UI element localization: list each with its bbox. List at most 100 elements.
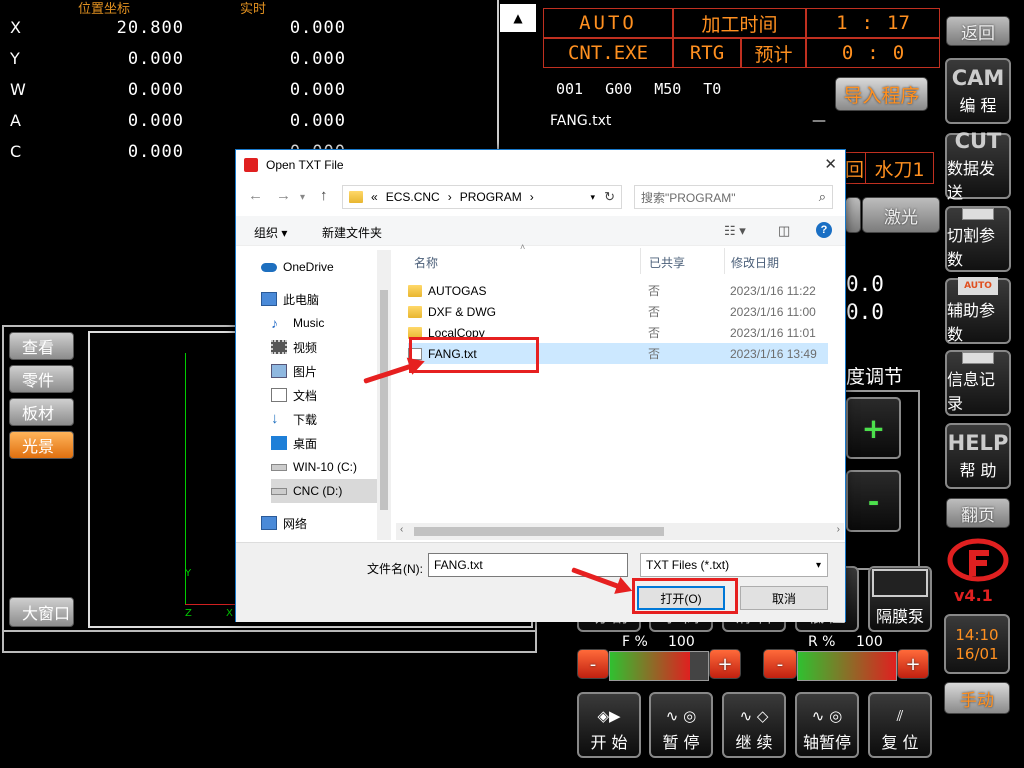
right-menu-item-0[interactable]: 返回 (946, 16, 1010, 46)
address-bar[interactable]: « ECS.CNC › PROGRAM › ▾ ↻ (342, 185, 622, 209)
tree-scroll-thumb[interactable] (380, 290, 388, 510)
preview-divider (2, 630, 537, 632)
close-icon[interactable]: ✕ (824, 155, 837, 173)
dialog-bottom: 文件名(N): FANG.txt TXT Files (*.txt) ▾ 打开(… (236, 542, 845, 622)
rtg-label: RTG (673, 38, 741, 68)
pause-icon: ∿ ◎ (665, 707, 697, 725)
left-tab-0[interactable]: 查看 (9, 332, 74, 360)
right-menu-item-4[interactable]: AUTO 辅助参数 (945, 277, 1011, 344)
file-type-select[interactable]: TXT Files (*.txt) ▾ (640, 553, 828, 577)
axis-label: X (10, 18, 21, 37)
search-input[interactable]: 搜索"PROGRAM" ⌕ (634, 185, 833, 209)
tree-documents[interactable]: 文档 (271, 383, 387, 407)
chevron-down-icon: ▾ (815, 559, 821, 571)
mode-display: AUTO (543, 8, 673, 38)
rapid-plus-button[interactable]: + (897, 649, 929, 679)
computer-icon (261, 292, 277, 306)
partial-button[interactable] (845, 197, 861, 233)
tree-drive-c[interactable]: WIN-10 (C:) (271, 455, 387, 479)
diaphragm-pump-button[interactable]: 隔膜泵 (868, 566, 932, 632)
breadcrumb-program[interactable]: PROGRAM (460, 190, 522, 204)
scroll-left-icon[interactable]: ‹ (400, 524, 403, 535)
preview-x-label: X (226, 608, 233, 619)
organize-button[interactable]: 组织 ▾ (254, 224, 287, 241)
speed-plus-button[interactable]: + (846, 397, 901, 459)
right-menu-item-7[interactable]: 翻页 (946, 498, 1010, 528)
tree-music[interactable]: ♪ Music (271, 311, 387, 335)
filename-input[interactable]: FANG.txt (428, 553, 628, 577)
column-divider (724, 248, 725, 274)
feed-minus-button[interactable]: - (577, 649, 609, 679)
rapid-slider[interactable] (797, 651, 897, 681)
big-window-button[interactable]: 大窗口 (9, 597, 74, 627)
refresh-icon[interactable]: ↻ (604, 189, 615, 205)
right-menu-item-5[interactable]: 信息记录 (945, 350, 1011, 416)
drive-icon (271, 487, 287, 495)
left-tab-1[interactable]: 零件 (9, 365, 74, 393)
tree-onedrive[interactable]: OneDrive (261, 255, 377, 279)
right-menu-item-3[interactable]: 切割参数 (945, 206, 1011, 272)
right-menu-item-1[interactable]: CAM 编 程 (945, 58, 1011, 124)
continue-button[interactable]: ∿ ◇ 继 续 (722, 692, 786, 758)
file-row[interactable]: AUTOGAS 否 2023/1/16 11:22 (408, 280, 828, 301)
up-icon[interactable]: ↑ (320, 187, 328, 204)
right-menu-item-2[interactable]: CUT 数据发送 (945, 129, 1011, 202)
file-hscrollbar[interactable]: ‹ › (396, 523, 844, 540)
scroll-up-button[interactable]: ▲ (500, 4, 536, 32)
import-program-button[interactable]: 导入程序 (835, 77, 928, 111)
cancel-button[interactable]: 取消 (740, 586, 828, 610)
right-menu-item-6[interactable]: HELP 帮 助 (945, 423, 1011, 489)
axis-realtime-value: 0.000 (289, 49, 346, 69)
rapid-label: R % (808, 634, 836, 650)
column-name[interactable]: 名称 (414, 254, 438, 271)
rapid-minus-button[interactable]: - (763, 649, 797, 679)
axis-label: W (10, 80, 26, 99)
drive-icon (271, 463, 287, 471)
file-scroll-thumb[interactable] (414, 527, 664, 536)
dialog-title: Open TXT File (266, 158, 344, 172)
address-dropdown-icon[interactable]: ▾ (590, 192, 595, 203)
laser-button[interactable]: 激光 (862, 197, 940, 233)
axis-realtime-value: 0.000 (289, 111, 346, 131)
tree-downloads[interactable]: ↓ 下载 (271, 407, 387, 431)
back-icon[interactable]: ← (248, 187, 263, 204)
column-modified[interactable]: 修改日期 (731, 254, 779, 271)
speed-adjust-label: 度调节 (846, 366, 904, 388)
speed-minus-button[interactable]: - (846, 470, 901, 532)
preview-pane-icon[interactable]: ◫ (778, 223, 790, 239)
current-file: FANG.txt (550, 113, 612, 129)
tree-this-pc[interactable]: 此电脑 (261, 287, 377, 311)
tree-network[interactable]: 网络 (261, 511, 377, 535)
tree-videos[interactable]: 视频 (271, 335, 387, 359)
partial-label: 回 (843, 152, 865, 184)
tree-drive-d[interactable]: CNC (D:) (271, 479, 389, 503)
forward-icon[interactable]: → (276, 187, 291, 204)
readout-2: 0.0 (846, 300, 884, 324)
column-shared[interactable]: 已共享 (649, 254, 685, 271)
breadcrumb-ecs[interactable]: ECS.CNC (386, 190, 440, 204)
axis-pause-button[interactable]: ∿ ◎ 轴暂停 (795, 692, 859, 758)
axis-label: A (10, 111, 21, 130)
folder-icon (349, 191, 363, 203)
realtime-header: 实时 (240, 2, 267, 17)
reset-button[interactable]: ⫽ 复 位 (868, 692, 932, 758)
feed-plus-button[interactable]: + (709, 649, 741, 679)
start-button[interactable]: ◈▶ 开 始 (577, 692, 641, 758)
open-file-dialog: Open TXT File ✕ ← → ▾ ↑ « ECS.CNC › PROG… (235, 149, 846, 622)
new-folder-button[interactable]: 新建文件夹 (322, 224, 382, 241)
axis-position-value: 0.000 (127, 80, 184, 100)
left-tab-2[interactable]: 板材 (9, 398, 74, 426)
file-row[interactable]: DXF & DWG 否 2023/1/16 11:00 (408, 301, 828, 322)
tree-scrollbar[interactable] (377, 250, 391, 540)
view-options-icon[interactable]: ☷ ▾ (724, 223, 746, 239)
logo-icon (947, 538, 1009, 586)
tree-desktop[interactable]: 桌面 (271, 431, 387, 455)
recent-dropdown-icon[interactable]: ▾ (300, 192, 305, 203)
manual-mode-button[interactable]: 手动 (944, 682, 1010, 714)
feed-slider[interactable] (609, 651, 709, 681)
left-tab-3[interactable]: 光景 (9, 431, 74, 459)
axis-position-value: 0.000 (127, 142, 184, 162)
pause-button[interactable]: ∿ ◎ 暂 停 (649, 692, 713, 758)
help-icon[interactable]: ? (816, 222, 832, 238)
scroll-right-icon[interactable]: › (837, 524, 840, 535)
